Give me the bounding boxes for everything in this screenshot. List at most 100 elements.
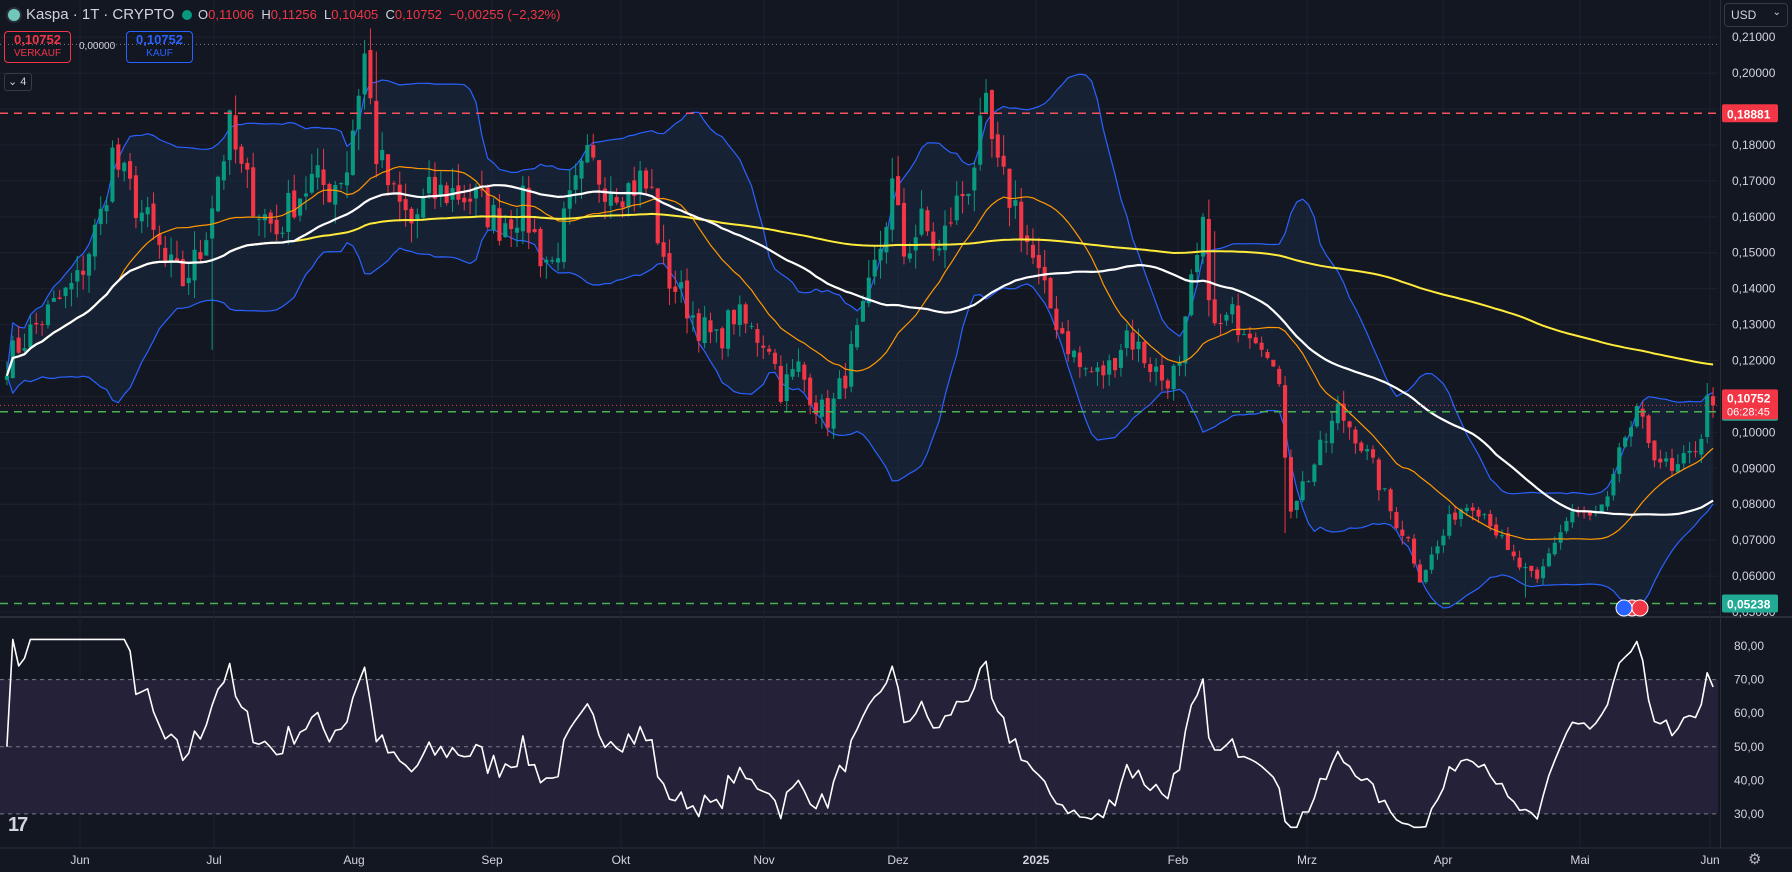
candle-body [116,144,121,170]
candle-body [122,162,127,172]
candle-body [948,222,953,224]
candle-body [690,315,695,318]
candle-body [427,176,432,194]
candle-body [1681,453,1686,464]
tradingview-logo-icon[interactable]: 17 [8,814,28,837]
candle-body [1365,449,1370,452]
candle-body [684,280,690,319]
ohlc-l-value: 0,10405 [331,7,379,22]
candle-body [995,134,1000,158]
candle-body [538,228,543,267]
candle-body [1148,364,1153,373]
candle-body [1441,535,1446,546]
candle-body [984,92,989,113]
time-tick-label: Jun [70,853,89,867]
gear-icon[interactable]: ⚙ [1748,850,1761,868]
candle-body [1634,406,1639,427]
candle-body [327,184,332,203]
candle-body [784,374,789,402]
time-tick-label: 2025 [1023,853,1050,867]
buy-button[interactable]: 0,10752 KAUF [126,31,193,63]
candle-body [954,195,959,221]
candle-body [1259,342,1264,350]
candle-body [75,270,80,282]
candle-body [1335,403,1340,424]
candle-body [133,175,138,218]
candle-body [1605,496,1610,507]
candle-body [802,364,807,380]
candle-body [256,218,262,220]
indicators-collapse-button[interactable]: ⌄ 4 [4,73,32,91]
candle-body [1030,244,1036,258]
rsi-tick-label: 70,00 [1734,673,1764,687]
sell-button[interactable]: 0,10752 VERKAUF [4,31,71,63]
symbol-title[interactable]: Kaspa · 1T · CRYPTO [26,6,174,23]
candle-body [608,193,613,206]
candle-body [1423,570,1428,583]
candle-body [204,240,209,256]
candle-body [98,208,103,225]
candle-body [591,145,596,158]
candle-body [239,146,244,164]
candle-body [1271,359,1276,367]
ohlc-readout: O0,11006 H0,11256 L0,10405 C0,10752 −0,0… [198,7,560,22]
candle-body [292,190,297,218]
time-tick-label: Aug [343,853,364,867]
candle-body [215,176,221,212]
candle-body [966,193,971,197]
currency-select[interactable]: USD ⌄ [1724,3,1788,27]
candle-body [34,322,39,325]
candle-body [1241,334,1247,336]
chart-area[interactable]: 0,210000,200000,190000,180000,170000,160… [0,0,1792,872]
candle-body [1552,542,1557,555]
candle-body [1482,514,1487,516]
candle-body [638,170,643,194]
indicators-count: 4 [20,76,27,88]
last-price-label: 0,10752 [1727,391,1771,405]
candle-body [362,53,367,95]
candle-body [1083,368,1088,370]
candle-body [104,205,109,212]
price-tag-label: 0,05238 [1727,597,1771,611]
candle-body [1558,532,1563,543]
price-tick-label: 0,12000 [1732,354,1776,368]
candle-body [696,313,701,341]
candle-body [86,253,92,276]
market-status-dot-icon[interactable] [182,10,192,20]
ohlc-c-value: 0,10752 [394,7,442,22]
candle-body [1206,219,1211,301]
candle-body [1564,521,1569,532]
candle-body [602,188,608,202]
candle-body [503,223,508,238]
candle-body [514,227,520,233]
ohlc-o-value: 0,11006 [208,7,255,22]
candle-body [69,282,74,290]
chart-canvas[interactable]: 0,210000,200000,190000,180000,170000,160… [0,0,1792,872]
candle-body [749,326,754,328]
event-flag-icon [1615,599,1633,617]
candle-body [573,175,578,190]
candle-body [597,160,602,185]
event-flag-icon [1631,599,1649,617]
candle-body [925,210,930,232]
candle-body [339,183,344,185]
candle-body [409,208,414,224]
candle-body [45,304,51,326]
candle-body [356,95,361,130]
price-tick-label: 0,17000 [1732,174,1776,188]
currency-value: USD [1731,8,1757,22]
spread-value: 0,00000 [79,41,116,52]
candle-body [1195,255,1200,273]
candle-body [978,115,983,165]
candle-body [1523,567,1528,569]
ohlc-h-value: 0,11256 [270,7,317,22]
candle-body [772,352,778,364]
candle-body [737,304,742,326]
candle-body [462,197,467,203]
candle-body [726,310,731,349]
candle-body [1646,415,1651,444]
candle-body [1353,429,1358,444]
rsi-tick-label: 60,00 [1734,706,1764,720]
candle-body [860,301,865,322]
candle-body [309,173,314,193]
